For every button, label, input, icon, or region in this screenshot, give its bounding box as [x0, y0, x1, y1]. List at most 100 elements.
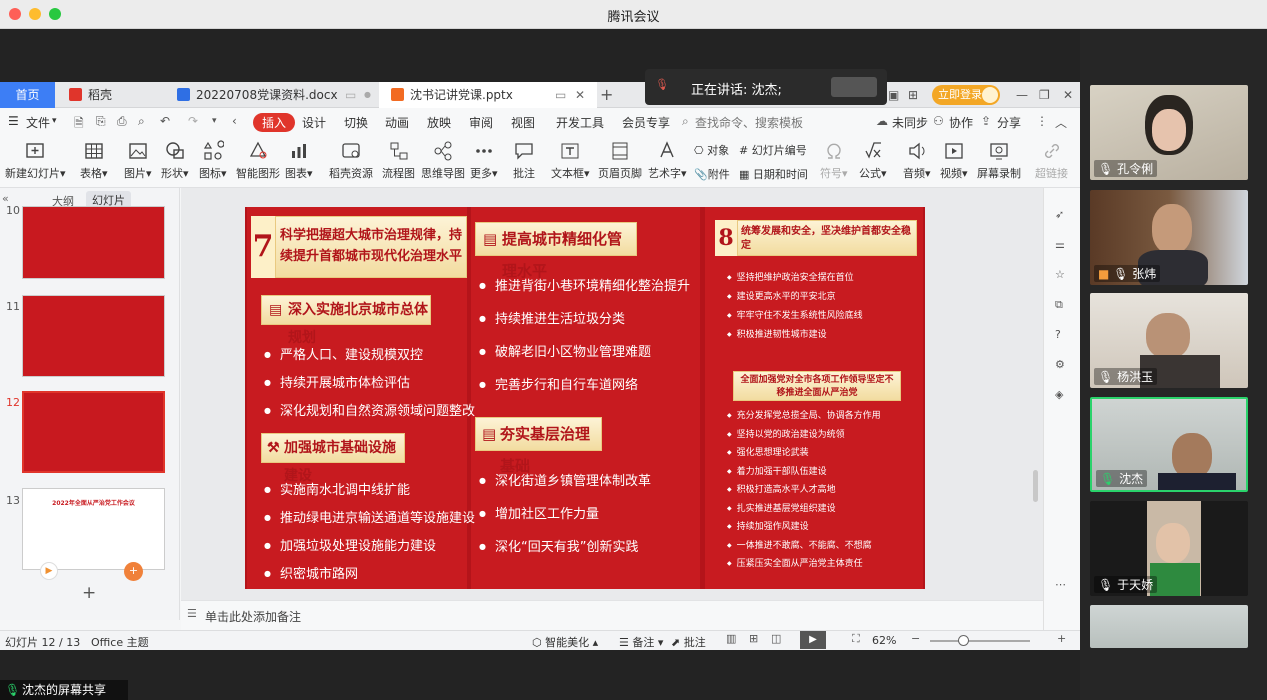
object-button[interactable]: ⎔ 对象: [694, 142, 729, 158]
collapse-ribbon-icon[interactable]: ︿: [1055, 114, 1067, 131]
save-icon[interactable]: 🗎: [74, 114, 84, 135]
fit-window-icon[interactable]: ⛶: [852, 632, 860, 646]
restore-icon[interactable]: ❐: [1039, 82, 1050, 108]
zoom-level[interactable]: 62%: [872, 634, 896, 647]
tab-docx[interactable]: 20220708党课资料.docx ▭ ●: [167, 82, 377, 108]
preview-icon[interactable]: ⌕: [138, 114, 145, 129]
participant-tile[interactable]: 🎙 孔令俐: [1090, 85, 1248, 180]
zoom-slider[interactable]: [930, 635, 1030, 646]
compass-icon[interactable]: ◈: [1055, 388, 1063, 401]
table-button[interactable]: 表格▾: [80, 140, 108, 181]
more-horizontal-icon[interactable]: ⋯: [1055, 578, 1066, 591]
search-icon[interactable]: ⌕: [682, 114, 689, 129]
slide-thumbnail-10[interactable]: [22, 206, 165, 279]
comment-toggle-button[interactable]: ⬈ 批注: [671, 634, 706, 650]
symbol-button[interactable]: 符号▾: [820, 140, 848, 181]
collapse-left-icon[interactable]: ‹: [232, 114, 237, 128]
notes-toggle-button[interactable]: ☰ 备注 ▾: [619, 634, 663, 650]
play-icon[interactable]: ▶: [40, 562, 58, 580]
menu-file[interactable]: 文件: [26, 114, 50, 131]
textbox-button[interactable]: 文本框▾: [551, 140, 590, 181]
slide-number-button[interactable]: # 幻灯片编号: [739, 142, 807, 158]
comment-button[interactable]: 批注: [513, 140, 535, 181]
picture-button[interactable]: 图片▾: [124, 140, 152, 181]
undo-icon[interactable]: ↶: [160, 114, 170, 128]
print-icon[interactable]: ⎙: [117, 114, 127, 129]
minimize-icon[interactable]: —: [1016, 82, 1028, 108]
hamburger-icon[interactable]: ☰: [8, 114, 19, 128]
menu-slideshow[interactable]: 放映: [427, 114, 451, 131]
notes-bar[interactable]: ☰ 单击此处添加备注: [181, 600, 1043, 630]
menu-transition[interactable]: 切换: [344, 114, 368, 131]
unsync-status[interactable]: 未同步: [892, 114, 928, 131]
share-button[interactable]: 分享: [997, 114, 1021, 131]
smart-graphic-button[interactable]: 智能图形: [236, 140, 280, 181]
export-icon[interactable]: ⎘: [96, 114, 106, 129]
help-icon[interactable]: ?: [1055, 328, 1061, 341]
collab-button[interactable]: 协作: [949, 114, 973, 131]
menu-animation[interactable]: 动画: [385, 114, 409, 131]
chevron-down-icon[interactable]: ▾: [52, 116, 57, 126]
grid-icon[interactable]: ⊞: [908, 82, 918, 108]
tab-pptx[interactable]: 沈书记讲党课.pptx ▭ ✕: [379, 82, 597, 108]
audio-button[interactable]: 音频▾: [903, 140, 931, 181]
formula-button[interactable]: 公式▾: [859, 140, 887, 181]
menu-review[interactable]: 审阅: [469, 114, 493, 131]
menu-design[interactable]: 设计: [302, 114, 326, 131]
search-input[interactable]: 查找命令、搜索模板: [695, 114, 803, 131]
flowchart-button[interactable]: 流程图: [382, 140, 415, 181]
vertical-scrollbar[interactable]: [1033, 194, 1038, 594]
tab-close-icon[interactable]: ✕: [575, 82, 585, 108]
participant-tile[interactable]: ■ 🎙 张炜: [1090, 190, 1248, 285]
slide-12[interactable]: 7 科学把握超大城市治理规律，持续提升首都城市现代化治理水平 ▤ 深入实施北京城市…: [245, 207, 925, 589]
login-button[interactable]: 立即登录: [932, 85, 1000, 105]
layout-icon[interactable]: ▣: [888, 82, 899, 108]
close-icon[interactable]: ✕: [1063, 82, 1073, 108]
chart-button[interactable]: 图表▾: [285, 140, 313, 181]
reading-view-icon[interactable]: ◫: [771, 632, 781, 645]
zoom-out-icon[interactable]: −: [911, 632, 920, 645]
menu-view[interactable]: 视图: [511, 114, 535, 131]
star-icon[interactable]: ☆: [1055, 268, 1065, 281]
new-tab-button[interactable]: +: [600, 82, 613, 108]
participant-tile[interactable]: 🎙 杨洪玉: [1090, 293, 1248, 388]
rocket-icon[interactable]: ➶: [1055, 208, 1064, 221]
header-footer-button[interactable]: 页眉页脚: [598, 140, 642, 181]
icon-button[interactable]: 图标▾: [199, 140, 227, 181]
more-icon[interactable]: ⋮: [1036, 114, 1048, 128]
art-text-button[interactable]: 艺术字▾: [648, 140, 687, 181]
tab-home[interactable]: 首页: [0, 82, 55, 108]
beautify-button[interactable]: ⬡ 智能美化 ▴: [532, 634, 598, 650]
menu-insert[interactable]: 插入: [253, 113, 296, 132]
new-slide-button[interactable]: 新建幻灯片▾: [5, 140, 66, 181]
zoom-in-icon[interactable]: +: [1057, 632, 1066, 645]
notes-placeholder[interactable]: 单击此处添加备注: [205, 608, 301, 625]
settings-icon[interactable]: ⚙: [1055, 358, 1065, 371]
tab-daoke[interactable]: 稻壳: [57, 82, 165, 108]
mindmap-button[interactable]: 思维导图: [421, 140, 465, 181]
tab-monitor-icon[interactable]: ▭: [345, 82, 356, 108]
participant-tile-active[interactable]: 🎙 沈杰: [1090, 397, 1248, 492]
menu-developer[interactable]: 开发工具: [556, 114, 604, 131]
slide-thumbnail-11[interactable]: [22, 295, 165, 377]
slide-thumbnail-12[interactable]: [22, 391, 165, 473]
hyperlink-button[interactable]: 超链接: [1035, 140, 1068, 181]
more-button[interactable]: 更多▾: [470, 140, 498, 181]
adjust-icon[interactable]: ⚌: [1055, 238, 1065, 251]
participant-tile[interactable]: 🎙 于天娇: [1090, 501, 1248, 596]
normal-view-icon[interactable]: ▥: [726, 632, 736, 645]
add-slide-icon[interactable]: +: [124, 562, 143, 581]
redo-icon[interactable]: ↷: [188, 114, 198, 128]
sorter-view-icon[interactable]: ⊞: [749, 632, 758, 645]
date-time-button[interactable]: ▦ 日期和时间: [739, 166, 808, 182]
daoke-resource-button[interactable]: 稻壳资源: [329, 140, 373, 181]
participant-tile[interactable]: [1090, 605, 1248, 648]
slide-thumbnail-13[interactable]: 2022年全面从严治党工作会议: [22, 488, 165, 570]
play-slideshow-button[interactable]: ▶: [800, 631, 826, 649]
video-button[interactable]: 视频▾: [940, 140, 968, 181]
customize-icon[interactable]: ▾: [212, 116, 217, 126]
menu-member[interactable]: 会员专享: [622, 114, 670, 131]
screen-record-button[interactable]: 屏幕录制: [977, 140, 1021, 181]
new-slide-plus-icon[interactable]: +: [82, 583, 96, 603]
layout-switch-icon[interactable]: ⧉: [1055, 298, 1063, 312]
